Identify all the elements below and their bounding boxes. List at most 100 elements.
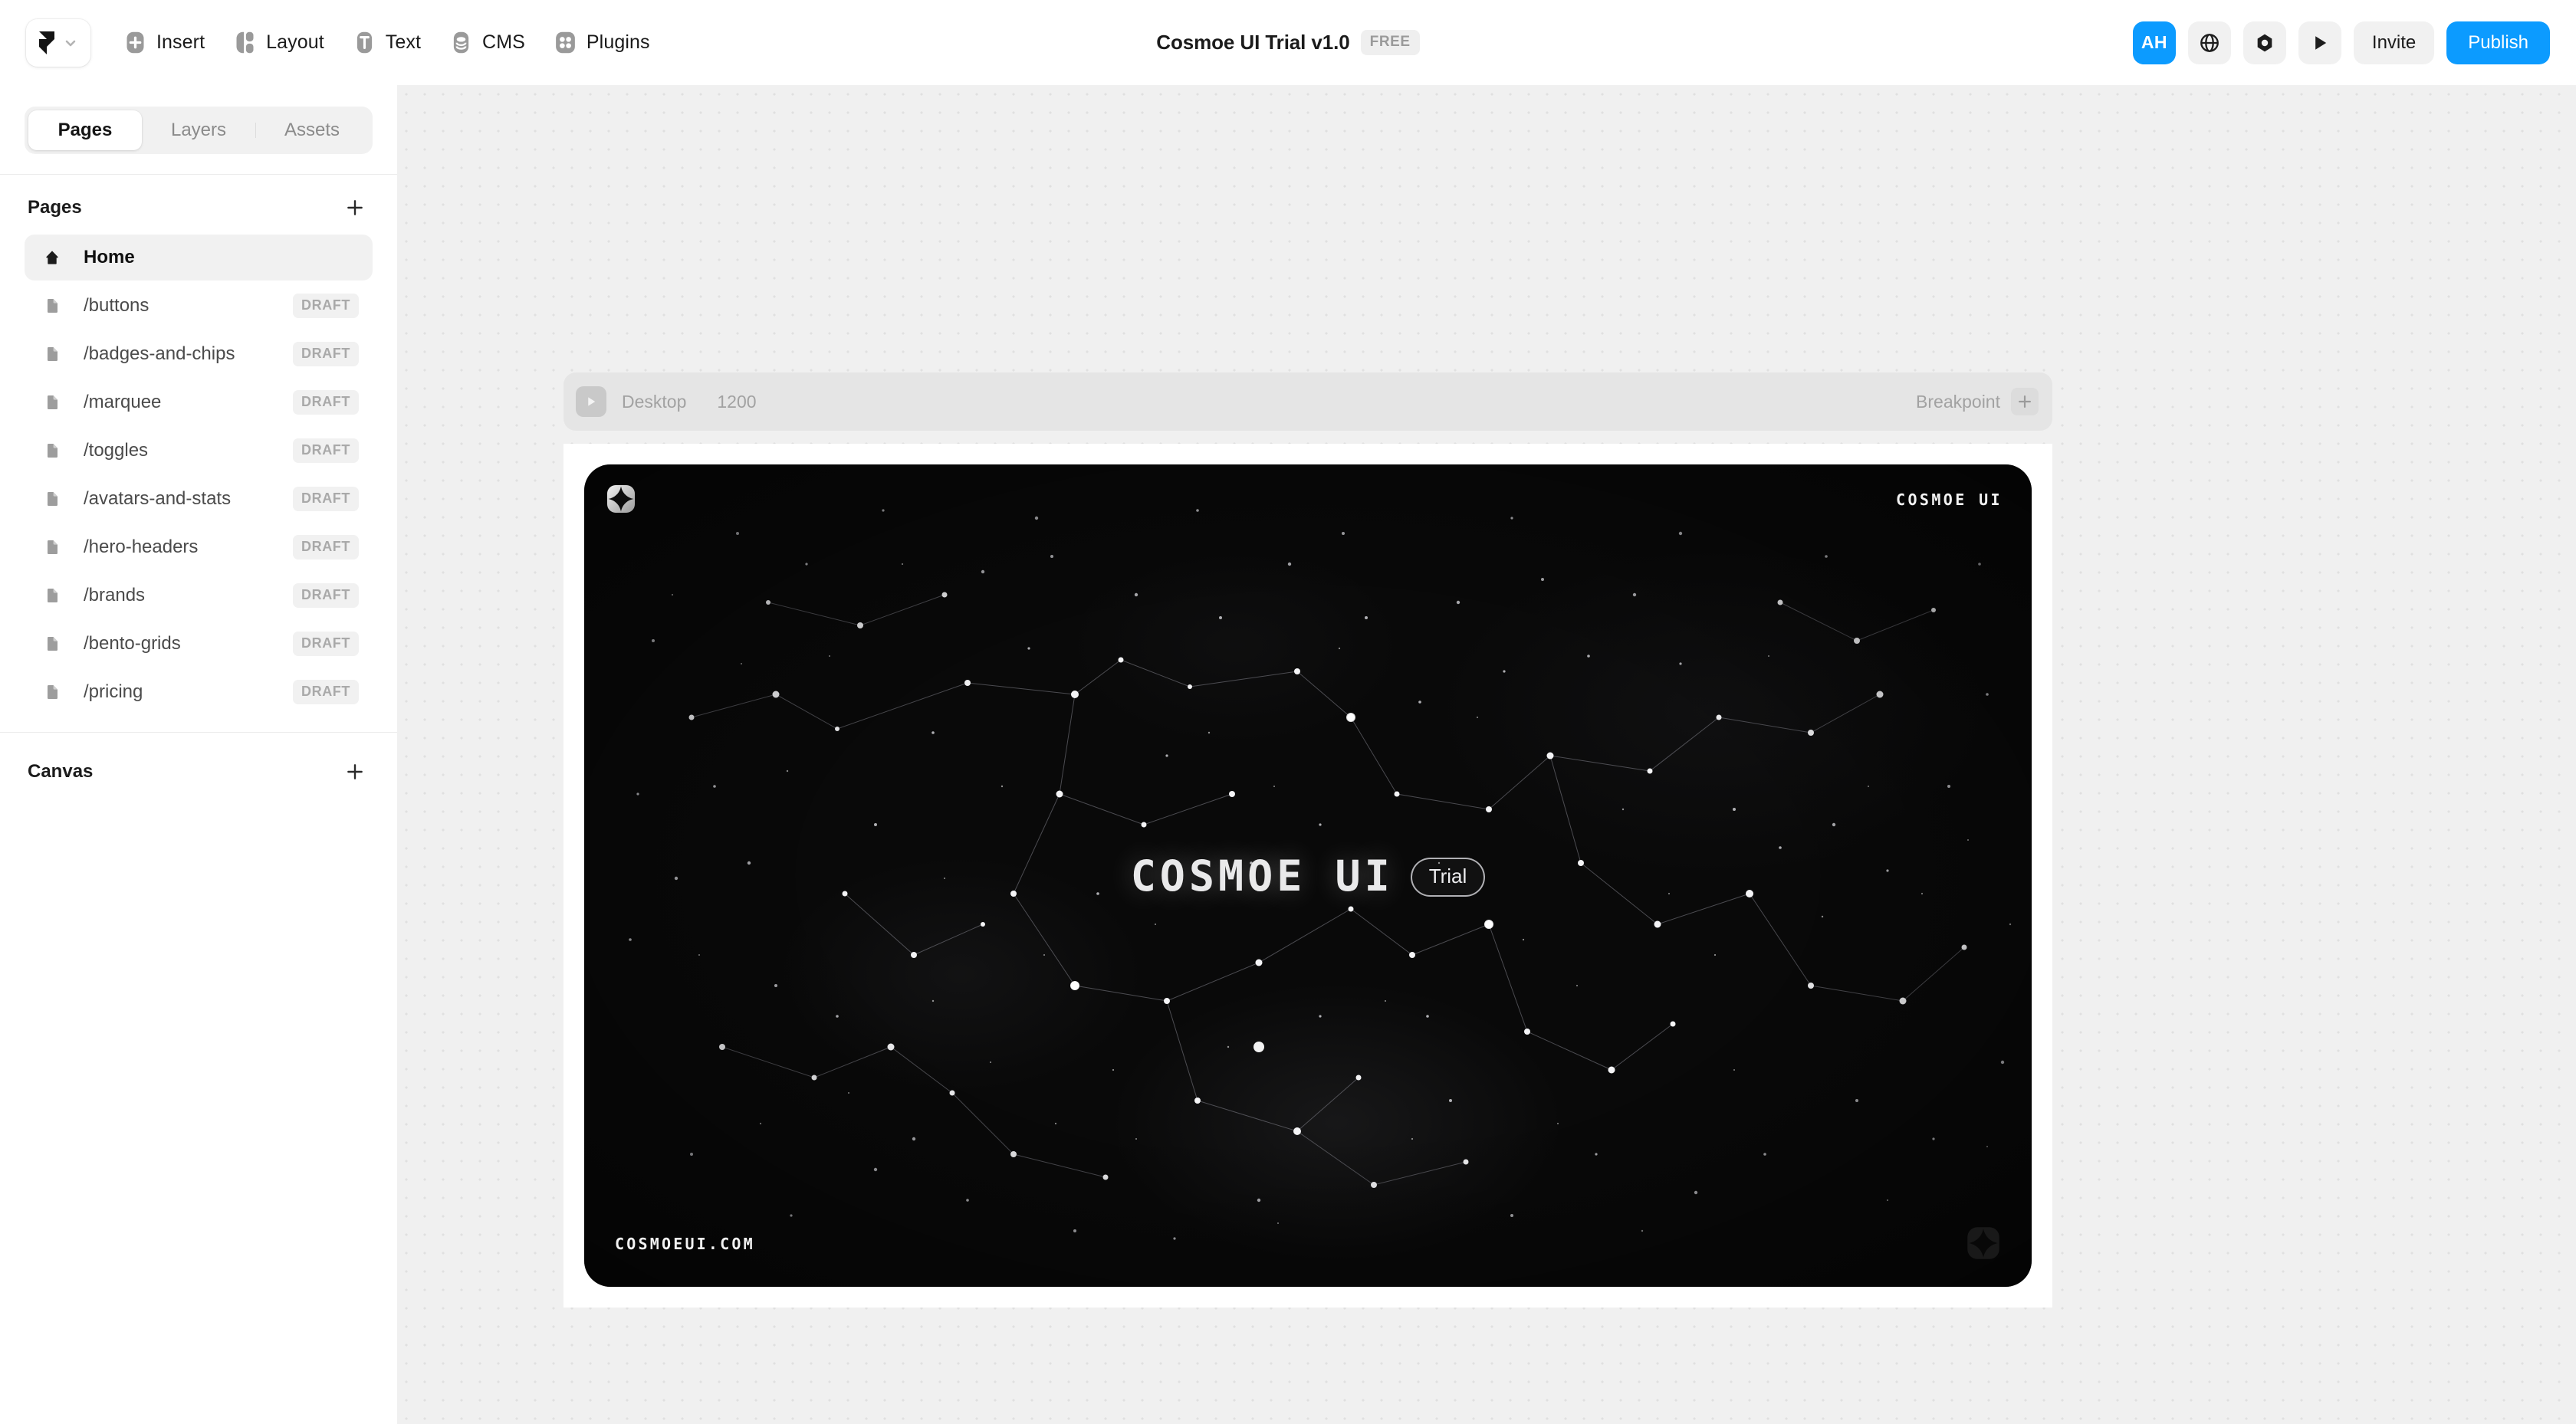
page-row-brands[interactable]: /brands DRAFT	[25, 573, 373, 618]
page-row-hero-headers[interactable]: /hero-headers DRAFT	[25, 524, 373, 570]
breakpoint-width[interactable]: 1200	[717, 392, 756, 412]
plus-icon	[347, 200, 363, 215]
pages-list: Home /buttons DRAFT /badges-and-chips DR…	[25, 235, 373, 715]
page-row-badges-and-chips[interactable]: /badges-and-chips DRAFT	[25, 331, 373, 377]
page-row-label: /toggles	[84, 440, 149, 461]
breakpoint-bar[interactable]: Desktop 1200 Breakpoint	[564, 372, 2052, 431]
breakpoint-label: Breakpoint	[1916, 391, 2000, 412]
hero-domain-text: COSMOEUI.COM	[615, 1235, 755, 1253]
toolbar-item-plugins[interactable]: Plugins	[540, 21, 662, 65]
toolbar-item-layout[interactable]: Layout	[220, 21, 337, 65]
framer-logo-icon	[39, 31, 54, 54]
page-icon	[41, 490, 63, 508]
toolbar-item-insert[interactable]: Insert	[110, 21, 217, 65]
page-row-buttons[interactable]: /buttons DRAFT	[25, 283, 373, 329]
status-badge: DRAFT	[293, 294, 359, 318]
layout-columns-icon	[236, 31, 254, 54]
toolbar-menu: Insert Layout Text CMS Plugins	[110, 21, 662, 65]
home-icon	[41, 248, 63, 267]
tab-assets[interactable]: Assets	[255, 110, 369, 150]
sidebar-divider-2	[0, 732, 397, 733]
toolbar-item-text[interactable]: Text	[340, 21, 433, 65]
top-toolbar: Insert Layout Text CMS Plugins Cosmoe UI…	[0, 0, 2576, 85]
plus-icon	[347, 764, 363, 779]
page-icon	[41, 345, 63, 363]
breakpoint-name[interactable]: Desktop	[622, 392, 686, 412]
add-breakpoint-button[interactable]	[2011, 388, 2039, 415]
page-row-label: /buttons	[84, 295, 150, 316]
sparkle-square-logo-icon-corner	[1967, 1227, 1999, 1259]
page-row-label: /hero-headers	[84, 536, 199, 557]
add-canvas-button[interactable]	[340, 757, 370, 786]
page-icon	[41, 683, 63, 701]
play-icon	[588, 397, 596, 406]
toolbar-left-group: Insert Layout Text CMS Plugins	[26, 18, 662, 67]
tab-pages[interactable]: Pages	[28, 110, 142, 150]
database-icon	[453, 31, 469, 54]
page-row-toggles[interactable]: /toggles DRAFT	[25, 428, 373, 474]
page-row-label: /bento-grids	[84, 633, 181, 654]
toolbar-right-group: AH Invite Publish	[2132, 21, 2550, 64]
status-badge: DRAFT	[293, 632, 359, 656]
invite-button[interactable]: Invite	[2353, 21, 2435, 64]
page-icon	[41, 393, 63, 412]
page-row-label: /brands	[84, 585, 146, 605]
page-icon	[41, 441, 63, 460]
pages-section-title: Pages	[28, 197, 82, 218]
globe-button[interactable]	[2187, 21, 2231, 64]
toolbar-item-label: CMS	[482, 31, 525, 53]
toolbar-item-label: Plugins	[586, 31, 650, 53]
avatar[interactable]: AH	[2132, 21, 2176, 64]
pages-section-header: Pages	[25, 181, 373, 235]
hero-wordmark-top-right: COSMOE UI	[1896, 491, 2003, 509]
page-icon	[41, 635, 63, 653]
page-row-home[interactable]: Home	[25, 235, 373, 281]
page-row-label: /pricing	[84, 681, 143, 702]
breakpoint-preview-button[interactable]	[576, 386, 606, 417]
hero-center-group: COSMOE UI Trial	[584, 851, 2032, 901]
text-t-icon	[356, 31, 372, 54]
page-row-avatars-and-stats[interactable]: /avatars-and-stats DRAFT	[25, 476, 373, 522]
left-sidebar: Pages Layers Assets Pages Home /buttons …	[0, 85, 397, 1424]
toolbar-item-label: Layout	[266, 31, 324, 53]
page-icon	[41, 538, 63, 556]
page-row-pricing[interactable]: /pricing DRAFT	[25, 669, 373, 715]
status-badge: DRAFT	[293, 390, 359, 415]
status-badge: DRAFT	[293, 583, 359, 608]
design-canvas[interactable]: Desktop 1200 Breakpoint COSMOE UI COSMOE…	[397, 85, 2576, 1424]
framer-editor-window: Insert Layout Text CMS Plugins Cosmoe UI…	[0, 0, 2576, 1424]
hero-trial-badge[interactable]: Trial	[1410, 858, 1486, 897]
page-row-label: /badges-and-chips	[84, 343, 235, 364]
page-row-marquee[interactable]: /marquee DRAFT	[25, 379, 373, 425]
publish-button[interactable]: Publish	[2446, 21, 2550, 64]
app-logo-menu-button[interactable]	[26, 18, 90, 67]
breakpoint-right-group: Breakpoint	[1916, 388, 2039, 415]
plan-badge: FREE	[1360, 30, 1420, 55]
toolbar-item-label: Insert	[156, 31, 205, 53]
status-badge: DRAFT	[293, 535, 359, 559]
editor-body: Pages Layers Assets Pages Home /buttons …	[0, 85, 2576, 1424]
page-frame[interactable]: COSMOE UI COSMOE UI Trial COSMOEUI.COM	[564, 444, 2052, 1308]
diamond-icon	[2257, 34, 2272, 51]
status-badge: DRAFT	[293, 680, 359, 704]
project-title[interactable]: Cosmoe UI Trial v1.0	[1156, 31, 1349, 54]
breakpoint-left-group: Desktop 1200	[576, 386, 757, 417]
plugins-grid-icon	[556, 31, 575, 54]
component-button[interactable]	[2242, 21, 2286, 64]
add-page-button[interactable]	[340, 193, 370, 222]
hero-section[interactable]: COSMOE UI COSMOE UI Trial COSMOEUI.COM	[584, 464, 2032, 1287]
preview-button[interactable]	[2298, 21, 2341, 64]
page-row-label: /marquee	[84, 392, 162, 412]
status-badge: DRAFT	[293, 342, 359, 366]
canvas-section-header: Canvas	[25, 745, 373, 799]
page-row-bento-grids[interactable]: /bento-grids DRAFT	[25, 621, 373, 667]
tab-layers[interactable]: Layers	[142, 110, 255, 150]
sidebar-tabs: Pages Layers Assets	[25, 107, 373, 154]
plus-square-icon	[127, 31, 144, 54]
sidebar-divider	[0, 174, 397, 175]
status-badge: DRAFT	[293, 487, 359, 511]
page-row-label: Home	[84, 247, 135, 267]
play-icon	[2315, 35, 2327, 50]
sparkle-square-logo-icon	[607, 485, 635, 513]
toolbar-item-cms[interactable]: CMS	[436, 21, 537, 65]
